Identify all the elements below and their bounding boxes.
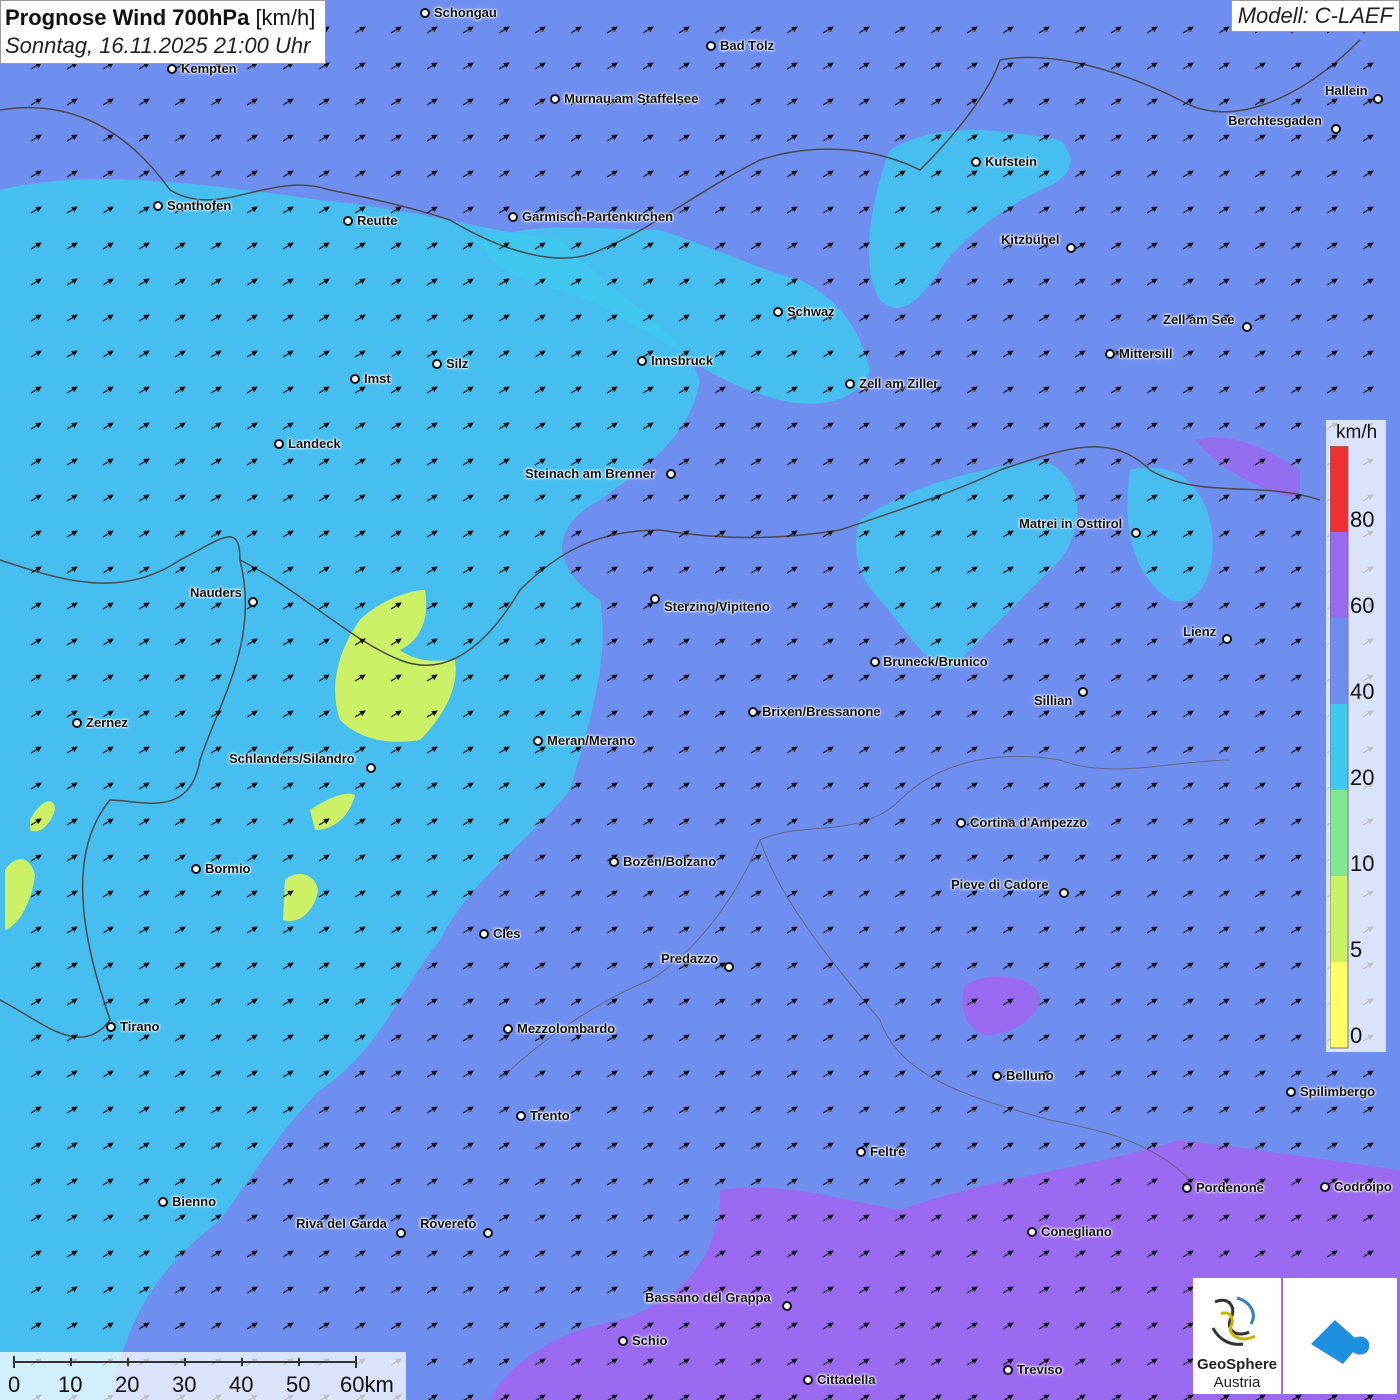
scale-label: 40 — [229, 1372, 254, 1397]
scale-label: 20 — [115, 1372, 140, 1397]
legend-tick: 0 — [1350, 1023, 1363, 1048]
legend-tick: 20 — [1350, 765, 1375, 790]
logo-name-line1: GeoSphere — [1196, 1356, 1278, 1373]
scale-label: 0 — [8, 1372, 21, 1397]
wind-speed-legend: km/h 80 60 40 20 10 5 0 — [1326, 420, 1386, 1052]
scale-label: 50 — [286, 1372, 311, 1397]
cloud-mountain-icon — [1311, 1320, 1370, 1364]
scale-label: 60km — [340, 1372, 394, 1397]
legend-tick: 80 — [1350, 507, 1375, 532]
scale-bar-line — [13, 1356, 357, 1368]
partner-logo — [1283, 1278, 1397, 1394]
legend-colorbar — [1330, 446, 1349, 1049]
scale-label: 30 — [172, 1372, 197, 1397]
logo-name-line2: Austria — [1213, 1374, 1261, 1391]
legend-tick: 10 — [1350, 851, 1375, 876]
geosphere-logo: GeoSphere Austria — [1193, 1278, 1281, 1394]
legend-tick: 60 — [1350, 593, 1375, 618]
scale-label: 10 — [58, 1372, 83, 1397]
scale-bar: 0 10 20 30 40 50 60km — [0, 1352, 406, 1400]
geosphere-emblem-icon — [1211, 1296, 1256, 1346]
legend-tick: 5 — [1350, 937, 1363, 962]
legend-unit: km/h — [1336, 422, 1378, 443]
legend-tick: 40 — [1350, 679, 1375, 704]
city-marker-layer — [72, 8, 1383, 1385]
